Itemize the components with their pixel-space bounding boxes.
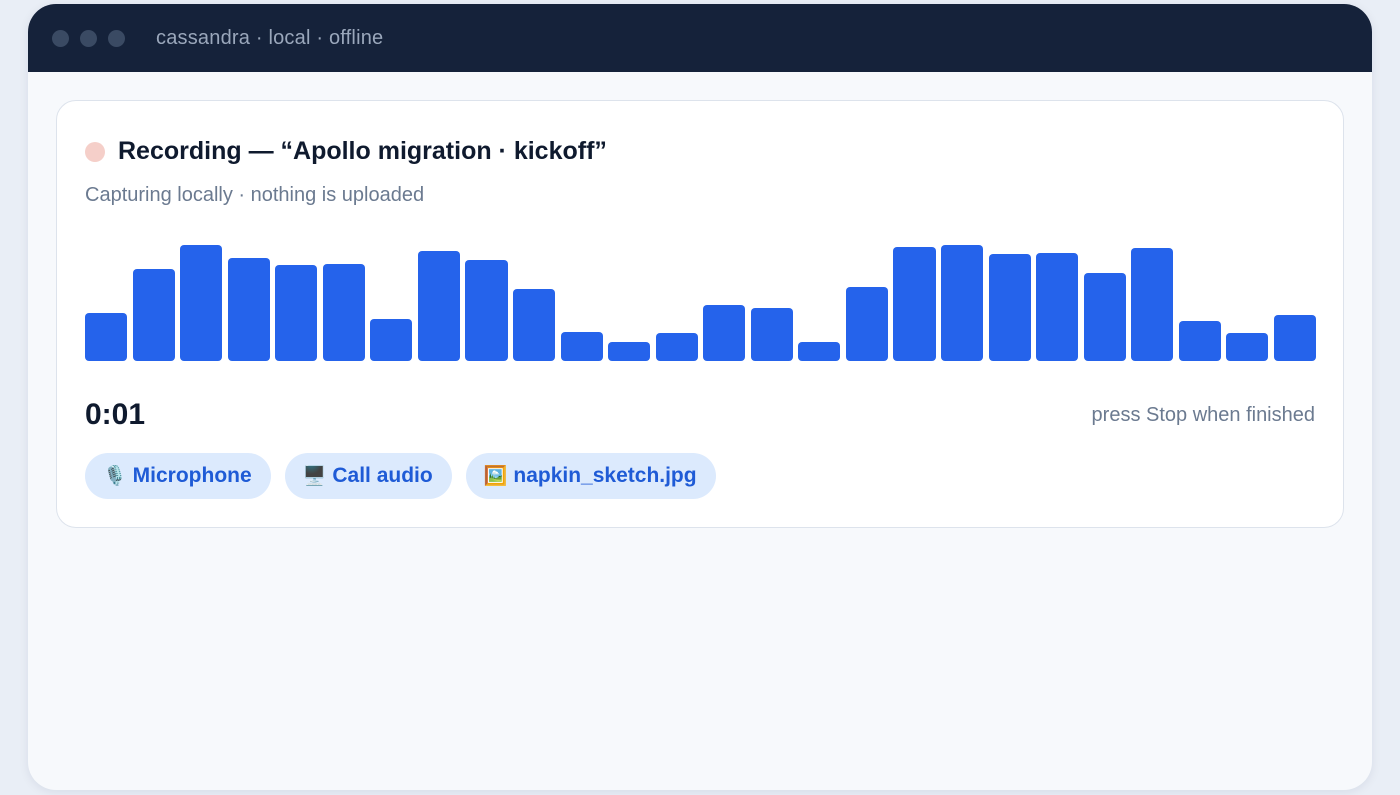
- recording-header: Recording — “Apollo migration · kickoff”: [85, 137, 607, 166]
- source-chip-attachment[interactable]: 🖼️ napkin_sketch.jpg: [465, 453, 716, 499]
- waveform-bar: [703, 305, 746, 361]
- waveform-bar: [1226, 333, 1269, 361]
- waveform-bar: [1273, 315, 1316, 361]
- waveform-bar: [322, 264, 365, 361]
- waveform-bar: [1036, 253, 1079, 361]
- source-chips: 🎙️ Microphone 🖥️ Call audio 🖼️ napkin_sk…: [85, 453, 716, 499]
- window-controls: [52, 29, 125, 47]
- waveform-bar: [941, 245, 984, 361]
- waveform-bar: [1083, 273, 1126, 361]
- waveform-bar: [988, 254, 1031, 361]
- app-window: cassandra · local · offline Recording — …: [28, 4, 1372, 790]
- waveform-bar: [275, 265, 318, 361]
- source-chip-microphone[interactable]: 🎙️ Microphone: [85, 453, 271, 499]
- source-chip-label: Microphone: [132, 464, 252, 487]
- source-chip-label: napkin_sketch.jpg: [513, 464, 697, 487]
- waveform-bar: [370, 319, 413, 361]
- recording-card: Recording — “Apollo migration · kickoff”…: [56, 100, 1344, 528]
- waveform-bar: [227, 258, 270, 361]
- waveform-bar: [1178, 321, 1221, 361]
- waveform-bar: [893, 247, 936, 361]
- waveform-bar: [560, 332, 603, 361]
- waveform-bar: [750, 308, 793, 361]
- waveform-bar: [417, 251, 460, 361]
- maximize-window-button[interactable]: [108, 29, 125, 47]
- close-window-button[interactable]: [52, 29, 69, 47]
- window-title: cassandra · local · offline: [156, 26, 384, 49]
- stop-hint: press Stop when finished: [1091, 404, 1315, 426]
- waveform-bar: [85, 313, 128, 361]
- source-chip-label: Call audio: [332, 464, 433, 487]
- recording-indicator-icon: [85, 141, 105, 162]
- microphone-icon: 🎙️: [103, 466, 127, 487]
- waveform-bar: [798, 342, 841, 361]
- title-bar: cassandra · local · offline: [28, 4, 1372, 72]
- waveform-bar: [180, 245, 223, 361]
- desktop-icon: 🖥️: [302, 466, 327, 487]
- recording-subtitle: Capturing locally · nothing is uploaded: [85, 184, 425, 206]
- waveform-bar: [1131, 248, 1174, 361]
- waveform-bar: [465, 260, 508, 361]
- minimize-window-button[interactable]: [80, 29, 97, 47]
- waveform-bar: [608, 342, 651, 361]
- recording-timer: 0:01: [85, 398, 146, 431]
- waveform-bar: [513, 289, 556, 361]
- waveform-bar: [132, 269, 175, 361]
- source-chip-call-audio[interactable]: 🖥️ Call audio: [284, 453, 452, 499]
- picture-icon: 🖼️: [483, 466, 508, 487]
- audio-waveform: [85, 241, 1316, 361]
- waveform-bar: [655, 333, 698, 361]
- recording-title: Recording — “Apollo migration · kickoff”: [118, 137, 607, 165]
- waveform-bar: [845, 287, 888, 361]
